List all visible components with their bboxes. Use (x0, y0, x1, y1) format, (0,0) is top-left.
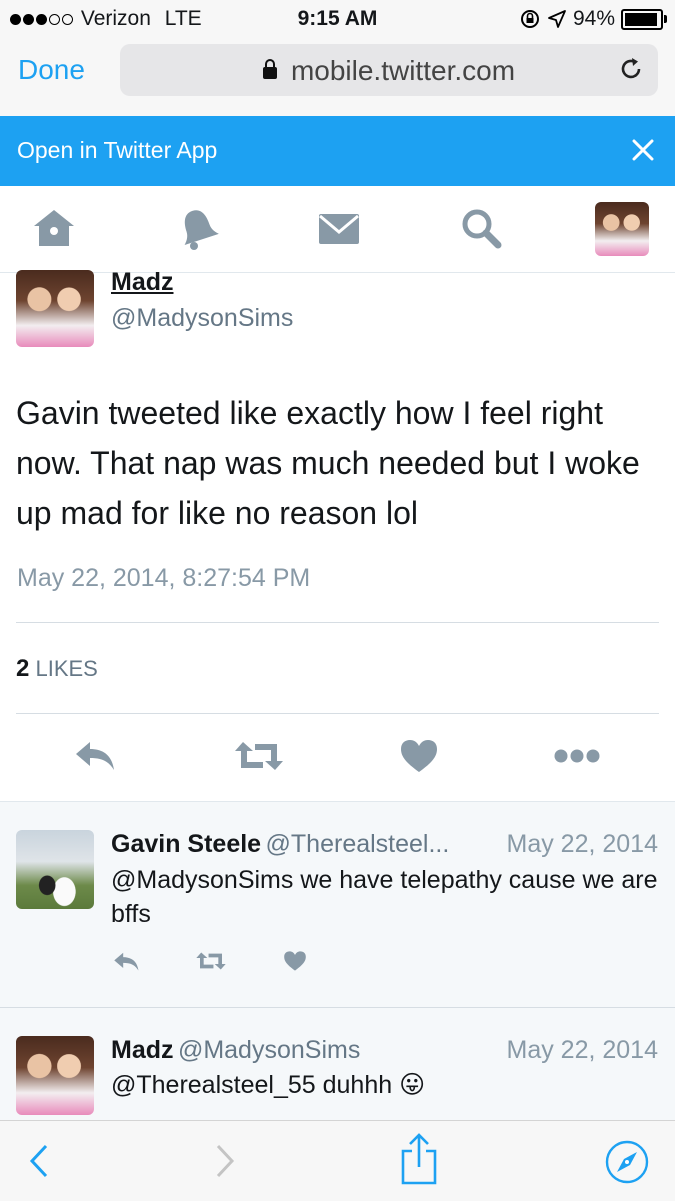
heart-icon (284, 951, 306, 971)
status-right: 94% (519, 7, 667, 31)
search-icon (462, 209, 502, 249)
reply-author-avatar[interactable] (16, 1036, 94, 1115)
reply-header: Gavin Steele @Therealsteel... (111, 830, 449, 859)
divider (16, 713, 659, 714)
twitter-nav-bar (0, 186, 675, 273)
battery-percent: 94% (572, 7, 615, 30)
like-button[interactable] (399, 738, 439, 779)
home-icon (34, 210, 74, 246)
notifications-tab[interactable] (174, 204, 222, 252)
reload-icon (621, 58, 641, 79)
share-button[interactable] (400, 1133, 438, 1190)
tweet-text: Gavin tweeted like exactly how I feel ri… (16, 395, 640, 531)
chevron-left-icon (29, 1144, 48, 1178)
forward-button[interactable] (214, 1143, 236, 1184)
messages-tab[interactable] (315, 204, 363, 252)
browser-url-bar: Done mobile.twitter.com (0, 38, 675, 117)
reload-button[interactable] (618, 56, 644, 89)
open-in-app-label[interactable]: Open in Twitter App (17, 137, 217, 164)
more-options-button[interactable] (554, 748, 600, 769)
back-button[interactable] (28, 1143, 50, 1184)
profile-avatar[interactable] (595, 202, 649, 256)
tweet-author-avatar[interactable] (16, 270, 94, 347)
bell-icon (184, 210, 219, 250)
reply-icon (76, 742, 114, 770)
battery-icon (621, 8, 667, 30)
reply-author-handle[interactable]: @Therealsteel... (266, 830, 450, 858)
tweet-timestamp[interactable]: May 22, 2014, 8:27:54 PM (17, 564, 310, 593)
browser-toolbar (0, 1120, 675, 1201)
divider (16, 622, 659, 623)
heart-icon (401, 740, 437, 772)
reply-date[interactable]: May 22, 2014 (507, 1036, 659, 1065)
url-display[interactable]: mobile.twitter.com (120, 55, 658, 87)
envelope-icon (319, 214, 359, 244)
reply-retweet-button[interactable] (195, 950, 227, 977)
chevron-right-icon (216, 1144, 235, 1178)
search-tab[interactable] (457, 204, 505, 252)
likes-count[interactable]: 2 LIKES (16, 655, 98, 683)
done-button[interactable]: Done (18, 54, 85, 86)
status-bar: Verizon LTE 9:15 AM 94% (0, 0, 675, 38)
likes-number: 2 (16, 655, 30, 682)
likes-label: LIKES (35, 656, 98, 681)
retweet-button[interactable] (233, 738, 285, 779)
reply-text: @MadysonSims we have telepathy cause we … (111, 866, 658, 928)
reply-button[interactable] (74, 738, 118, 777)
retweet-icon (196, 952, 226, 970)
reply-reply-button[interactable] (113, 950, 141, 977)
banner-close-button[interactable] (631, 132, 655, 170)
reply-like-button[interactable] (283, 950, 307, 977)
open-in-app-banner[interactable]: Open in Twitter App (0, 116, 675, 186)
rotation-lock-icon (520, 10, 539, 28)
more-icon (554, 749, 600, 763)
replies-section: Gavin Steele @Therealsteel... May 22, 20… (0, 801, 675, 1122)
home-tab[interactable] (30, 204, 78, 252)
location-arrow-icon (548, 10, 566, 28)
reply-header: Madz @MadysonSims (111, 1036, 360, 1065)
reply-date[interactable]: May 22, 2014 (507, 830, 659, 859)
close-icon (632, 139, 654, 161)
reply-author-name[interactable]: Gavin Steele (111, 830, 261, 858)
bookmarks-button[interactable] (604, 1139, 650, 1190)
reply-icon (114, 952, 139, 971)
reply-text: @Therealsteel_55 duhhh 😛 (111, 1071, 426, 1099)
lock-icon (262, 59, 277, 79)
share-icon (401, 1133, 437, 1185)
reply-author-name[interactable]: Madz (111, 1036, 174, 1064)
tweet-author-handle[interactable]: @MadysonSims (111, 304, 293, 333)
reply-author-avatar[interactable] (16, 830, 94, 909)
reply-author-handle[interactable]: @MadysonSims (178, 1036, 360, 1064)
tweet-author-name[interactable]: Madz (111, 268, 174, 297)
address-field[interactable]: mobile.twitter.com (120, 44, 658, 96)
battery-fill (625, 12, 657, 26)
compass-icon (605, 1140, 649, 1184)
url-text: mobile.twitter.com (290, 55, 516, 86)
divider (0, 1007, 675, 1008)
retweet-icon (235, 742, 283, 770)
